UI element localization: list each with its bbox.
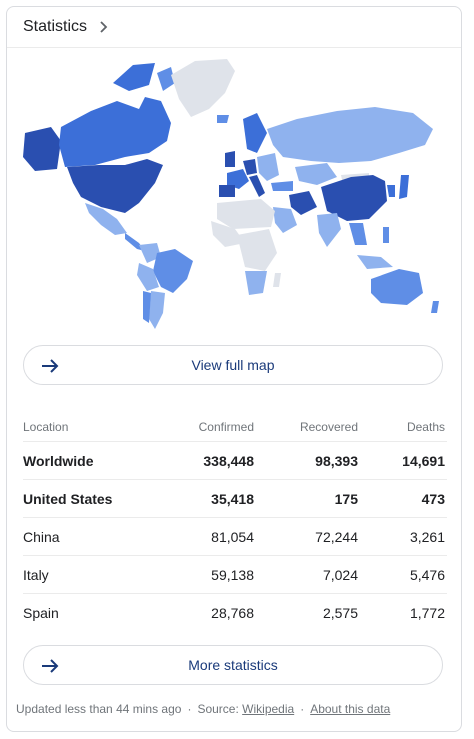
map-uk [225, 151, 235, 167]
column-confirmed: Confirmed [198, 420, 254, 434]
wikipedia-link[interactable]: Wikipedia [242, 702, 294, 716]
map-usa [67, 159, 163, 213]
row-recovered: 7,024 [322, 566, 358, 583]
map-scandinavia [243, 113, 267, 153]
row-confirmed: 28,768 [211, 604, 254, 621]
map-germany [243, 159, 257, 175]
map-new-zealand [431, 301, 439, 313]
map-korea [387, 185, 395, 197]
table-row: China 81,054 72,244 3,261 [23, 518, 447, 556]
row-deaths: 5,476 [409, 566, 445, 583]
map-baffin [157, 67, 175, 91]
map-south-africa [245, 271, 267, 295]
map-madagascar [273, 273, 281, 287]
map-brazil [153, 249, 193, 293]
arrow-right-icon [42, 359, 59, 373]
arrow-right-icon [42, 659, 59, 673]
row-confirmed: 338,448 [203, 452, 254, 469]
card-title[interactable]: Statistics [23, 18, 87, 36]
map-east-europe [257, 153, 279, 181]
world-map[interactable] [21, 57, 447, 331]
map-greenland [171, 59, 235, 117]
map-arabia [273, 207, 297, 233]
table-row: Spain 28,768 2,575 1,772 [23, 594, 447, 631]
map-se-asia [349, 223, 367, 245]
map-india [317, 213, 341, 247]
row-recovered: 175 [334, 490, 358, 507]
row-location: United States [23, 490, 113, 507]
map-russia [267, 107, 433, 163]
source-label: Source: [197, 702, 239, 716]
map-indonesia [357, 255, 393, 269]
column-deaths: Deaths [406, 420, 445, 434]
map-italy [249, 175, 265, 197]
map-philippines [383, 227, 389, 243]
map-canada-arctic [113, 63, 155, 91]
row-deaths: 3,261 [409, 528, 445, 545]
separator: · [300, 702, 305, 716]
row-confirmed: 81,054 [211, 528, 254, 545]
about-data-link[interactable]: About this data [310, 702, 390, 716]
footer: Updated less than 44 mins ago · Source: Wi… [16, 702, 390, 716]
row-confirmed: 59,138 [211, 566, 254, 583]
updated-text: Updated less than 44 mins ago [16, 702, 182, 716]
statistics-card: Statistics View full map Location Confir… [6, 6, 462, 732]
more-statistics-label: More statistics [188, 657, 278, 673]
view-full-map-button[interactable]: View full map [23, 345, 443, 385]
table-row: United States 35,418 175 473 [23, 480, 447, 518]
separator: · [187, 702, 192, 716]
map-turkey [271, 181, 293, 191]
map-kazakhstan [295, 163, 337, 185]
row-location: Italy [23, 566, 49, 583]
map-argentina [149, 291, 165, 329]
map-iran [289, 191, 317, 215]
chevron-right-icon[interactable] [97, 20, 111, 34]
row-deaths: 473 [421, 490, 445, 507]
table-row: Italy 59,138 7,024 5,476 [23, 556, 447, 594]
map-central-africa [237, 229, 277, 271]
row-location: Worldwide [23, 452, 94, 469]
view-full-map-label: View full map [191, 357, 275, 373]
map-north-africa [217, 199, 275, 229]
map-japan [399, 175, 409, 199]
map-australia [371, 269, 423, 305]
map-iceland [217, 115, 229, 123]
map-spain [219, 185, 235, 197]
statistics-table: Location Confirmed Recovered Deaths Worl… [23, 413, 447, 631]
more-statistics-button[interactable]: More statistics [23, 645, 443, 685]
row-recovered: 72,244 [315, 528, 358, 545]
row-location: Spain [23, 604, 59, 621]
row-deaths: 1,772 [409, 604, 445, 621]
table-row: Worldwide 338,448 98,393 14,691 [23, 442, 447, 480]
row-confirmed: 35,418 [211, 490, 254, 507]
row-location: China [23, 528, 60, 545]
card-header[interactable]: Statistics [7, 7, 461, 48]
column-location: Location [23, 420, 69, 434]
column-recovered: Recovered [299, 420, 358, 434]
map-alaska [23, 127, 61, 171]
row-deaths: 14,691 [402, 452, 445, 469]
row-recovered: 98,393 [315, 452, 358, 469]
row-recovered: 2,575 [322, 604, 358, 621]
map-canada [59, 97, 171, 167]
table-header-row: Location Confirmed Recovered Deaths [23, 413, 447, 442]
